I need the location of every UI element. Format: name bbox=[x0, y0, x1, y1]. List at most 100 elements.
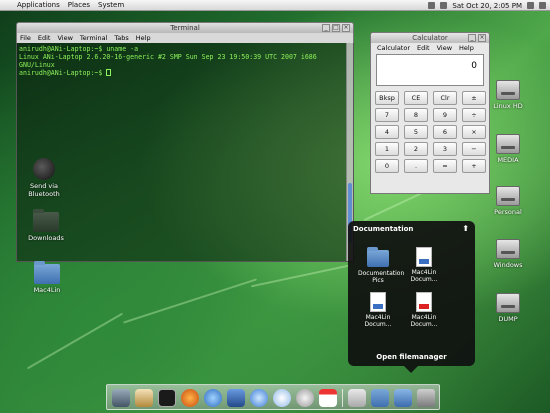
trash-can-icon[interactable] bbox=[416, 389, 435, 407]
user-icon[interactable] bbox=[527, 2, 534, 9]
documents-stack-icon[interactable] bbox=[393, 389, 412, 407]
calculator-keypad: Bksp CE Clr ± 7 8 9 ÷ 4 5 6 × 1 2 3 − 0 … bbox=[375, 91, 489, 173]
wallpaper-streak bbox=[250, 264, 350, 288]
terminal-cursor bbox=[106, 69, 112, 76]
calendar-icon[interactable] bbox=[318, 389, 337, 407]
stack-up-arrow-icon[interactable]: ⬆ bbox=[462, 224, 469, 233]
stack-pointer bbox=[404, 366, 418, 373]
key-decimal[interactable]: . bbox=[404, 159, 428, 173]
terminal-menu-terminal[interactable]: Terminal bbox=[80, 34, 107, 42]
desktop-icon-label: DUMP bbox=[498, 315, 518, 323]
desktop-icon-media[interactable]: MEDIA bbox=[478, 134, 538, 164]
search-icon[interactable] bbox=[539, 2, 546, 9]
calc-menu-view[interactable]: View bbox=[437, 44, 452, 52]
pdf-icon bbox=[416, 292, 432, 312]
desktop-icon-mac4lin[interactable]: Mac4Lin bbox=[17, 261, 77, 294]
calc-menu-edit[interactable]: Edit bbox=[417, 44, 430, 52]
key-9[interactable]: 9 bbox=[433, 108, 457, 122]
desktop-icon-dump[interactable]: DUMP bbox=[478, 293, 538, 323]
desktop-icon-label: Downloads bbox=[28, 234, 64, 242]
photos-icon[interactable] bbox=[226, 389, 245, 407]
minimize-button[interactable]: _ bbox=[322, 24, 330, 32]
desktop-icon-windows[interactable]: Windows bbox=[478, 239, 538, 269]
terminal-menu-view[interactable]: View bbox=[57, 34, 72, 42]
key-7[interactable]: 7 bbox=[375, 108, 399, 122]
trash-icon[interactable] bbox=[347, 389, 366, 407]
folder-icon[interactable] bbox=[370, 389, 389, 407]
key-ce[interactable]: CE bbox=[404, 91, 428, 105]
key-3[interactable]: 3 bbox=[433, 142, 457, 156]
clock-icon[interactable] bbox=[295, 389, 314, 407]
key-1[interactable]: 1 bbox=[375, 142, 399, 156]
key-4[interactable]: 4 bbox=[375, 125, 399, 139]
wallpaper-streak bbox=[26, 312, 124, 370]
harddisk-icon bbox=[496, 80, 520, 100]
terminal-title: Terminal bbox=[170, 24, 200, 32]
stack-item-label: Mac4Lin Docum... bbox=[410, 269, 438, 283]
panel-clock[interactable]: Sat Oct 20, 2:05 PM bbox=[452, 2, 522, 10]
terminal-titlebar[interactable]: Terminal _ □ × bbox=[16, 22, 354, 33]
terminal-line: GNU/Linux bbox=[19, 61, 55, 69]
desktop-icon-label: Personal bbox=[494, 208, 522, 216]
stack-item[interactable]: Mac4Lin Docum... bbox=[404, 247, 444, 284]
harddisk-icon bbox=[496, 239, 520, 259]
key-2[interactable]: 2 bbox=[404, 142, 428, 156]
desktop-icon-personal[interactable]: Personal bbox=[478, 186, 538, 216]
terminal-icon[interactable] bbox=[157, 389, 176, 407]
key-backspace[interactable]: Bksp bbox=[375, 91, 399, 105]
menu-places[interactable]: Places bbox=[68, 1, 90, 9]
stack-header: Documentation ⬆ bbox=[348, 221, 475, 233]
open-filemanager-button[interactable]: Open filemanager bbox=[348, 353, 475, 361]
desktop-icon-label: Windows bbox=[493, 261, 523, 269]
panel-tray: Sat Oct 20, 2:05 PM bbox=[428, 0, 546, 11]
apple-menu-icon[interactable] bbox=[4, 0, 14, 10]
firefox-icon[interactable] bbox=[180, 389, 199, 407]
document-icon bbox=[416, 247, 432, 267]
stack-item[interactable]: Mac4Lin Docum... bbox=[404, 292, 444, 328]
folder-icon bbox=[33, 209, 59, 232]
key-5[interactable]: 5 bbox=[404, 125, 428, 139]
terminal-prompt-line: anirudh@ANi-Laptop:~$ bbox=[19, 69, 343, 77]
terminal-menu-tabs[interactable]: Tabs bbox=[114, 34, 128, 42]
globe-icon[interactable] bbox=[249, 389, 268, 407]
calc-menu-calculator[interactable]: Calculator bbox=[377, 44, 410, 52]
stack-item-label: Mac4Lin Docum... bbox=[410, 314, 438, 328]
terminal-menu-help[interactable]: Help bbox=[136, 34, 151, 42]
stack-item[interactable]: Documentation Pics bbox=[358, 247, 404, 284]
system-icon[interactable] bbox=[111, 389, 130, 407]
menu-applications[interactable]: Applications bbox=[17, 1, 60, 9]
dock bbox=[106, 384, 440, 410]
desktop-icon-linux-hd[interactable]: Linux HD bbox=[478, 80, 538, 110]
key-clear[interactable]: Clr bbox=[433, 91, 457, 105]
minimize-button[interactable]: _ bbox=[468, 34, 476, 42]
terminal-line: anirudh@ANi-Laptop:~$ uname -a bbox=[19, 45, 139, 53]
key-0[interactable]: 0 bbox=[375, 159, 399, 173]
menu-system[interactable]: System bbox=[98, 1, 124, 9]
desktop-icon-downloads[interactable]: Downloads bbox=[16, 209, 76, 242]
close-button[interactable]: × bbox=[342, 24, 350, 32]
key-8[interactable]: 8 bbox=[404, 108, 428, 122]
calculator-title: Calculator bbox=[412, 34, 448, 42]
key-divide[interactable]: ÷ bbox=[462, 108, 486, 122]
folder-icon bbox=[34, 261, 60, 284]
terminal-line: Linux ANi-Laptop 2.6.20-16-generic #2 SM… bbox=[19, 53, 317, 61]
stack-item[interactable]: Mac4Lin Docum... bbox=[358, 292, 398, 328]
home-icon[interactable] bbox=[134, 389, 153, 407]
key-6[interactable]: 6 bbox=[433, 125, 457, 139]
desktop-icon-label: MEDIA bbox=[497, 156, 519, 164]
key-equals[interactable]: = bbox=[433, 159, 457, 173]
chat-icon[interactable] bbox=[203, 389, 222, 407]
close-button[interactable]: × bbox=[478, 34, 486, 42]
music-icon[interactable] bbox=[272, 389, 291, 407]
network-icon[interactable] bbox=[440, 2, 448, 9]
volume-icon[interactable] bbox=[428, 2, 436, 9]
maximize-button[interactable]: □ bbox=[332, 24, 340, 32]
desktop-icon-bluetooth[interactable]: Send via Bluetooth bbox=[14, 158, 74, 198]
calc-menu-help[interactable]: Help bbox=[459, 44, 474, 52]
calculator-titlebar[interactable]: Calculator _ × bbox=[371, 33, 489, 43]
calculator-display: 0 bbox=[376, 54, 484, 86]
terminal-menu-edit[interactable]: Edit bbox=[38, 34, 51, 42]
calculator-window: Calculator _ × Calculator Edit View Help… bbox=[370, 32, 490, 194]
terminal-menu-file[interactable]: File bbox=[20, 34, 31, 42]
desktop-icon-label: Mac4Lin bbox=[33, 286, 61, 294]
